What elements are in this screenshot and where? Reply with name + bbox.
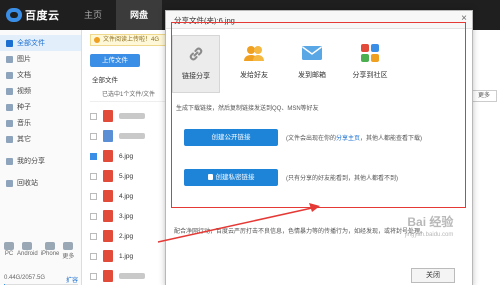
sidebar-item-torrents[interactable]: 种子 <box>0 99 81 115</box>
row-checkbox[interactable] <box>90 192 97 200</box>
row-checkbox[interactable] <box>90 232 97 240</box>
watermark: Bai 经验 jingyan.baidu.com <box>405 216 453 242</box>
sidebar-item-trash[interactable]: 回收站 <box>0 175 81 191</box>
cloud-logo-icon <box>6 8 22 22</box>
device-more[interactable]: 更多 <box>62 242 74 260</box>
device-links: PC Android iPhone 更多 <box>4 242 74 260</box>
file-name[interactable]: 6.jpg <box>119 153 133 160</box>
upload-button[interactable]: 上传文件 <box>90 54 140 67</box>
device-pc[interactable]: PC <box>4 242 14 260</box>
sidebar-item-documents[interactable]: 文档 <box>0 67 81 83</box>
policy-notice: 配合净网行动，百度云严厉打击不良信息，色情暴力等的传播行为，如经发现，或将封号处… <box>174 229 427 235</box>
logo[interactable]: 百度云 <box>6 6 68 24</box>
document-file-icon <box>103 130 113 142</box>
sidebar-item-label: 视频 <box>17 88 31 95</box>
row-checkbox[interactable] <box>90 212 97 220</box>
sidebar-item-images[interactable]: 图片 <box>0 51 81 67</box>
sidebar-item-label: 我的分享 <box>17 158 45 165</box>
sidebar-item-all-files[interactable]: 全部文件 <box>0 35 81 51</box>
android-icon <box>22 242 33 250</box>
image-file-icon <box>103 190 113 202</box>
image-file-icon <box>103 170 113 182</box>
file-name[interactable]: 5.jpg <box>119 173 133 180</box>
quota-text: 0.44G/2057.5G <box>4 275 46 281</box>
sidebar-item-my-shares[interactable]: 我的分享 <box>0 153 81 169</box>
image-file-icon <box>103 250 113 262</box>
file-name[interactable]: 3.jpg <box>119 213 133 220</box>
device-label: iPhone <box>40 251 60 257</box>
notice-text: 文件阅读上传啦！4G <box>103 37 160 43</box>
blurred-filename <box>119 113 145 119</box>
sidebar-item-label: 回收站 <box>17 180 38 187</box>
nav-item-home[interactable]: 主页 <box>70 0 116 30</box>
blurred-filename <box>119 273 145 279</box>
sidebar-item-label: 全部文件 <box>17 40 45 47</box>
sidebar-item-label: 文档 <box>17 72 31 79</box>
sidebar-item-label: 种子 <box>17 104 31 111</box>
sidebar-item-other[interactable]: 其它 <box>0 131 81 147</box>
iphone-icon <box>45 242 56 250</box>
device-label: PC <box>4 251 14 257</box>
more-button[interactable]: 更多 <box>471 90 497 102</box>
device-android[interactable]: Android <box>17 242 38 260</box>
folder-icon <box>6 39 13 47</box>
nav-item-netdisk[interactable]: 网盘 <box>116 0 163 30</box>
other-icon <box>6 135 13 143</box>
image-file-icon <box>103 110 113 122</box>
trash-icon <box>6 179 13 187</box>
watermark-url: jingyan.baidu.com <box>405 232 454 238</box>
annotation-box <box>171 22 466 208</box>
video-icon <box>6 87 13 95</box>
image-file-icon <box>103 210 113 222</box>
sidebar-item-music[interactable]: 音乐 <box>0 115 81 131</box>
logo-text: 百度云 <box>25 10 60 22</box>
image-file-icon <box>103 270 113 282</box>
image-icon <box>6 55 13 63</box>
device-label: Android <box>17 251 38 257</box>
storage-quota: 0.44G/2057.5G 扩容 <box>4 275 78 284</box>
watermark-title: Bai 经验 <box>407 215 454 229</box>
info-icon <box>94 37 100 43</box>
sidebar: 全部文件 图片 文档 视频 种子 音乐 其它 我的分享 回收站 PC Andro… <box>0 30 82 285</box>
more-icon <box>63 242 74 250</box>
pc-icon <box>4 242 14 250</box>
document-icon <box>6 71 13 79</box>
share-icon <box>6 157 13 165</box>
file-name[interactable]: 1.jpg <box>119 253 133 260</box>
image-file-icon <box>103 230 113 242</box>
row-checkbox[interactable] <box>90 272 97 280</box>
file-name[interactable]: 2.jpg <box>119 233 133 240</box>
image-file-icon <box>103 150 113 162</box>
file-name[interactable]: 4.jpg <box>119 193 133 200</box>
torrent-icon <box>6 103 13 111</box>
row-checkbox[interactable] <box>90 112 97 120</box>
device-iphone[interactable]: iPhone <box>40 242 60 260</box>
device-label: 更多 <box>62 254 75 260</box>
close-button[interactable]: 关闭 <box>411 268 455 283</box>
music-icon <box>6 119 13 127</box>
sidebar-item-label: 其它 <box>17 136 31 143</box>
row-checkbox[interactable] <box>90 172 97 180</box>
blurred-filename <box>119 133 145 139</box>
sidebar-item-label: 音乐 <box>17 120 31 127</box>
expand-link[interactable]: 扩容 <box>66 275 78 284</box>
row-checkbox[interactable] <box>90 252 97 260</box>
sidebar-item-label: 图片 <box>17 56 31 63</box>
row-checkbox[interactable] <box>90 152 97 160</box>
row-checkbox[interactable] <box>90 132 97 140</box>
sidebar-item-videos[interactable]: 视频 <box>0 83 81 99</box>
breadcrumb[interactable]: 全部文件 <box>92 74 118 84</box>
